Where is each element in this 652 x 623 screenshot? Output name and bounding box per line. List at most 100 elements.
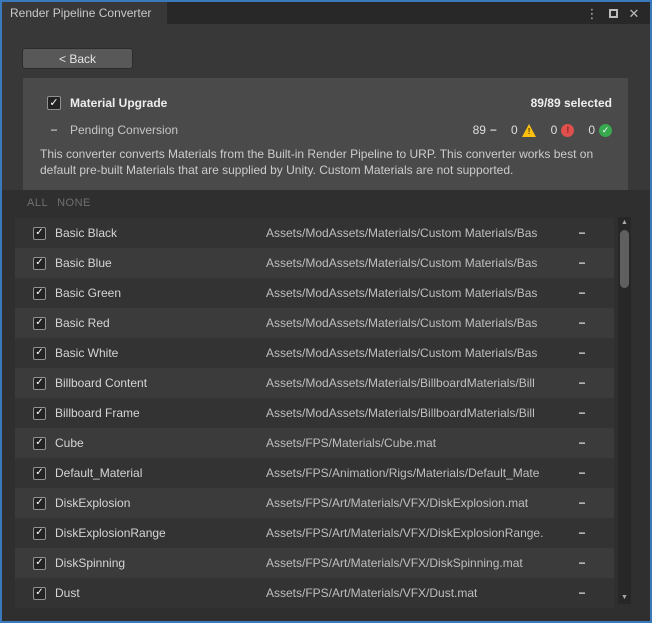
- item-status-dash-icon: −: [550, 226, 614, 240]
- close-icon[interactable]: ✕: [627, 5, 641, 21]
- fold-dash-icon[interactable]: −: [47, 123, 61, 137]
- warning-count: 0: [511, 123, 518, 137]
- item-path: Assets/FPS/Art/Materials/VFX/Dust.mat: [266, 586, 550, 600]
- material-upgrade-checkbox[interactable]: ✓: [47, 96, 61, 110]
- scrollbar[interactable]: ▲ ▼: [617, 216, 632, 605]
- item-checkbox[interactable]: ✓: [33, 347, 46, 360]
- item-status-dash-icon: −: [550, 316, 614, 330]
- item-checkbox[interactable]: ✓: [33, 437, 46, 450]
- render-pipeline-converter-window: Render Pipeline Converter ⋮ ✕ < Back ✓ M…: [0, 0, 652, 623]
- item-name: DiskExplosionRange: [55, 526, 266, 540]
- item-status-dash-icon: −: [550, 586, 614, 600]
- item-path: Assets/ModAssets/Materials/Custom Materi…: [266, 226, 550, 240]
- scroll-up-icon[interactable]: ▲: [618, 218, 631, 228]
- item-path: Assets/ModAssets/Materials/Custom Materi…: [266, 346, 550, 360]
- item-path: Assets/ModAssets/Materials/BillboardMate…: [266, 376, 550, 390]
- check-icon: ✓: [35, 558, 43, 568]
- scrollbar-thumb[interactable]: [620, 230, 629, 288]
- check-icon: ✓: [35, 378, 43, 388]
- item-status-dash-icon: −: [550, 376, 614, 390]
- item-name: DiskExplosion: [55, 496, 266, 510]
- select-all-button[interactable]: ALL: [27, 197, 48, 209]
- success-count: 0: [588, 123, 595, 137]
- warning-counter: 0 !: [511, 123, 537, 137]
- titlebar: Render Pipeline Converter ⋮ ✕: [2, 2, 650, 24]
- item-path: Assets/FPS/Art/Materials/VFX/DiskSpinnin…: [266, 556, 550, 570]
- item-status-dash-icon: −: [550, 496, 614, 510]
- error-counter: 0 !: [551, 123, 575, 137]
- table-row: ✓ Billboard Frame Assets/ModAssets/Mater…: [15, 398, 614, 428]
- item-checkbox[interactable]: ✓: [33, 497, 46, 510]
- item-name: Basic Green: [55, 286, 266, 300]
- item-name: Basic Black: [55, 226, 266, 240]
- item-checkbox[interactable]: ✓: [33, 467, 46, 480]
- table-row: ✓ Basic Blue Assets/ModAssets/Materials/…: [15, 248, 614, 278]
- item-name: Basic White: [55, 346, 266, 360]
- check-icon: ✓: [35, 438, 43, 448]
- select-none-button[interactable]: NONE: [57, 197, 91, 209]
- selected-count: 89/89 selected: [531, 96, 612, 110]
- item-path: Assets/ModAssets/Materials/Custom Materi…: [266, 316, 550, 330]
- item-status-dash-icon: −: [550, 556, 614, 570]
- table-row: ✓ Basic Black Assets/ModAssets/Materials…: [15, 218, 614, 248]
- maximize-icon[interactable]: [606, 5, 620, 21]
- error-icon: !: [561, 124, 574, 137]
- back-button[interactable]: < Back: [22, 48, 133, 69]
- item-path: Assets/ModAssets/Materials/Custom Materi…: [266, 286, 550, 300]
- item-checkbox[interactable]: ✓: [33, 287, 46, 300]
- materials-list: ✓ Basic Black Assets/ModAssets/Materials…: [15, 218, 614, 608]
- scroll-down-icon[interactable]: ▼: [618, 593, 631, 603]
- pending-conversion-row: − Pending Conversion 89 − 0 ! 0 !: [47, 121, 612, 139]
- success-icon: ✓: [599, 124, 612, 137]
- item-name: Billboard Content: [55, 376, 266, 390]
- table-row: ✓ Basic Red Assets/ModAssets/Materials/C…: [15, 308, 614, 338]
- item-status-dash-icon: −: [550, 526, 614, 540]
- table-row: ✓ DiskExplosionRange Assets/FPS/Art/Mate…: [15, 518, 614, 548]
- item-name: Billboard Frame: [55, 406, 266, 420]
- check-icon: ✓: [35, 528, 43, 538]
- item-path: Assets/FPS/Art/Materials/VFX/DiskExplosi…: [266, 526, 550, 540]
- check-icon: ✓: [35, 318, 43, 328]
- item-path: Assets/FPS/Materials/Cube.mat: [266, 436, 550, 450]
- item-checkbox[interactable]: ✓: [33, 557, 46, 570]
- item-path: Assets/FPS/Animation/Rigs/Materials/Defa…: [266, 466, 550, 480]
- check-icon: ✓: [35, 258, 43, 268]
- item-checkbox[interactable]: ✓: [33, 587, 46, 600]
- item-checkbox[interactable]: ✓: [33, 377, 46, 390]
- converter-title: Material Upgrade: [70, 96, 167, 110]
- window-controls: ⋮ ✕: [585, 2, 650, 24]
- check-icon: ✓: [49, 98, 58, 109]
- error-count: 0: [551, 123, 558, 137]
- selection-buttons: ALL NONE: [27, 195, 650, 211]
- item-status-dash-icon: −: [550, 286, 614, 300]
- item-checkbox[interactable]: ✓: [33, 527, 46, 540]
- item-status-dash-icon: −: [550, 466, 614, 480]
- check-icon: ✓: [35, 348, 43, 358]
- window-title: Render Pipeline Converter: [10, 6, 151, 20]
- converter-panel: ✓ Material Upgrade 89/89 selected − Pend…: [23, 78, 628, 190]
- item-checkbox[interactable]: ✓: [33, 317, 46, 330]
- table-row: ✓ Cube Assets/FPS/Materials/Cube.mat −: [15, 428, 614, 458]
- item-checkbox[interactable]: ✓: [33, 227, 46, 240]
- item-path: Assets/ModAssets/Materials/Custom Materi…: [266, 256, 550, 270]
- item-checkbox[interactable]: ✓: [33, 257, 46, 270]
- item-path: Assets/FPS/Art/Materials/VFX/DiskExplosi…: [266, 496, 550, 510]
- pending-conversion-label: Pending Conversion: [70, 123, 178, 137]
- item-checkbox[interactable]: ✓: [33, 407, 46, 420]
- status-counters: 89 − 0 ! 0 ! 0 ✓: [473, 123, 612, 137]
- item-name: Basic Red: [55, 316, 266, 330]
- materials-list-region: ALL NONE ✓ Basic Black Assets/ModAssets/…: [2, 190, 650, 621]
- table-row: ✓ Default_Material Assets/FPS/Animation/…: [15, 458, 614, 488]
- tab-render-pipeline-converter[interactable]: Render Pipeline Converter: [2, 2, 167, 24]
- table-row: ✓ DiskExplosion Assets/FPS/Art/Materials…: [15, 488, 614, 518]
- pending-counter: 89 −: [473, 123, 497, 137]
- warning-icon: !: [522, 124, 537, 137]
- check-icon: ✓: [35, 228, 43, 238]
- pending-count: 89: [473, 123, 486, 137]
- menu-icon[interactable]: ⋮: [585, 5, 599, 21]
- table-row: ✓ Basic White Assets/ModAssets/Materials…: [15, 338, 614, 368]
- item-name: Dust: [55, 586, 266, 600]
- item-status-dash-icon: −: [550, 256, 614, 270]
- item-status-dash-icon: −: [550, 406, 614, 420]
- converter-description: This converter converts Materials from t…: [40, 146, 612, 178]
